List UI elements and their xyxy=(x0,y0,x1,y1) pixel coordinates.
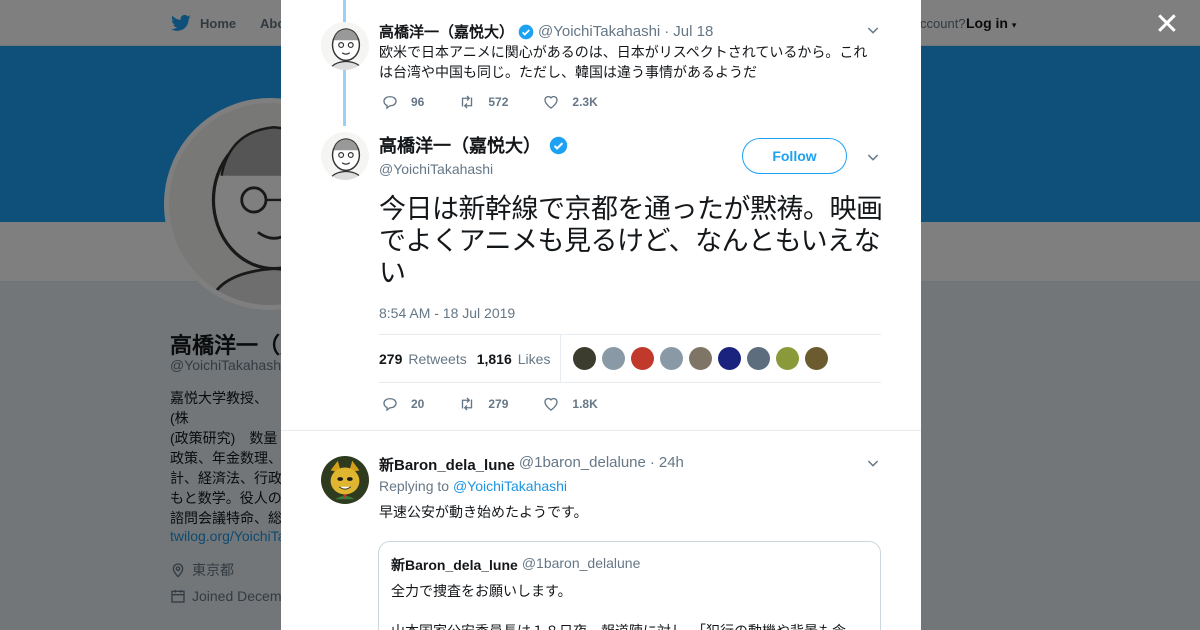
main-tweet-avatar[interactable] xyxy=(321,132,369,180)
retweet-button[interactable]: 572 xyxy=(458,93,508,111)
liker-avatar[interactable] xyxy=(776,347,800,370)
reply-handle[interactable]: @1baron_delalune xyxy=(519,454,646,475)
main-tweet-handle[interactable]: @YoichiTakahashi xyxy=(379,161,493,177)
stats-divider xyxy=(560,334,562,383)
reply-divider xyxy=(281,430,921,431)
retweets-stat-count: 279 xyxy=(379,350,403,367)
tweet1-name[interactable]: 高橋洋一（嘉悦大） xyxy=(379,21,514,42)
quoted-text: 全力で捜査をお願いします。 山本国家公安委員長は１８日夜、報道陣に対し、「犯行の… xyxy=(391,583,846,630)
tweet1-header: 高橋洋一（嘉悦大） @YoichiTakahashi · Jul 18 xyxy=(379,21,713,42)
liker-avatar[interactable] xyxy=(573,347,597,370)
main-tweet-timestamp[interactable]: 8:54 AM - 18 Jul 2019 xyxy=(379,305,515,321)
retweet-button[interactable]: 279 xyxy=(458,395,508,413)
quoted-name: 新Baron_dela_lune xyxy=(391,557,518,573)
liker-avatar[interactable] xyxy=(747,347,771,370)
verified-badge-icon xyxy=(518,24,534,39)
tweet-stats: 279 Retweets 1,816 Likes xyxy=(379,334,881,383)
liker-avatar[interactable] xyxy=(631,347,655,370)
replying-to: Replying to @YoichiTakahashi xyxy=(379,478,567,494)
quoted-handle: @1baron_delalune xyxy=(521,555,641,571)
reply-count: 96 xyxy=(411,95,425,109)
reply-button[interactable]: 96 xyxy=(381,93,424,111)
separator-dot: · xyxy=(664,23,670,40)
tweet1-handle[interactable]: @YoichiTakahashi xyxy=(538,23,660,40)
heart-icon xyxy=(544,397,559,411)
like-button[interactable]: 2.3K xyxy=(542,93,598,111)
retweet-count: 572 xyxy=(488,95,509,109)
retweet-icon xyxy=(462,95,473,109)
quoted-tweet[interactable]: 新Baron_dela_lune @1baron_delalune 全力で捜査を… xyxy=(378,541,881,630)
retweets-stat[interactable]: 279 Retweets xyxy=(379,351,467,367)
tweet1-text: 欧米で日本アニメに関心があるのは、日本がリスペクトされているから。これは台湾や中… xyxy=(379,44,868,80)
liker-avatar[interactable] xyxy=(805,347,829,370)
quoted-tweet-header: 新Baron_dela_lune @1baron_delalune xyxy=(391,555,868,575)
liker-avatars xyxy=(573,347,829,370)
reply-icon xyxy=(383,398,397,412)
follow-button[interactable]: Follow xyxy=(742,138,847,174)
close-icon[interactable]: ✕ xyxy=(1152,10,1182,40)
reply-text: 早速公安が動き始めたようです。 xyxy=(379,504,588,520)
retweets-stat-label: Retweets xyxy=(408,350,467,367)
liker-avatar[interactable] xyxy=(689,347,713,370)
main-tweet-text: 今日は新幹線で京都を通ったが黙祷。映画でよくアニメも見るけど、なんともいえない xyxy=(379,194,883,289)
main-tweet-author: 高橋洋一（嘉悦大） xyxy=(379,132,568,158)
chevron-down-icon[interactable] xyxy=(865,455,881,471)
heart-icon xyxy=(544,95,559,109)
tweet1-date[interactable]: Jul 18 xyxy=(673,23,713,40)
like-button[interactable]: 1.8K xyxy=(542,395,598,413)
retweet-count: 279 xyxy=(488,397,509,411)
reply-icon xyxy=(383,96,397,110)
replying-prefix: Replying to xyxy=(379,478,450,494)
main-tweet-name[interactable]: 高橋洋一（嘉悦大） xyxy=(379,132,541,158)
reply-name[interactable]: 新Baron_dela_lune xyxy=(379,454,515,475)
chevron-down-icon[interactable] xyxy=(865,22,881,38)
reply-button[interactable]: 20 xyxy=(381,395,424,413)
like-count: 2.3K xyxy=(572,95,598,109)
likes-stat-label: Likes xyxy=(517,350,551,367)
liker-avatar[interactable] xyxy=(660,347,684,370)
retweet-icon xyxy=(462,397,473,411)
like-count: 1.8K xyxy=(572,397,598,411)
main-tweet-actions: 20 279 1.8K xyxy=(381,395,632,413)
tweet1-avatar[interactable] xyxy=(321,22,369,70)
replying-to-link[interactable]: @YoichiTakahashi xyxy=(453,478,567,494)
reply-avatar[interactable] xyxy=(321,456,369,504)
likes-stat[interactable]: 1,816 Likes xyxy=(477,351,551,367)
tweet-modal: 高橋洋一（嘉悦大） @YoichiTakahashi · Jul 18 欧米で日… xyxy=(281,0,921,630)
separator-dot: · xyxy=(649,454,655,471)
fox-character-avatar xyxy=(321,456,369,504)
caricature-avatar xyxy=(321,132,369,180)
reply-header: 新Baron_dela_lune @1baron_delalune · 24h xyxy=(379,454,684,475)
reply-time[interactable]: 24h xyxy=(659,454,684,475)
likes-stat-count: 1,816 xyxy=(476,350,512,367)
caricature-avatar xyxy=(321,22,369,70)
chevron-down-icon[interactable] xyxy=(865,149,881,165)
verified-badge-icon xyxy=(549,136,568,154)
liker-avatar[interactable] xyxy=(602,347,626,370)
tweet1-actions: 96 572 2.3K xyxy=(381,93,632,111)
reply-count: 20 xyxy=(411,397,425,411)
liker-avatar[interactable] xyxy=(718,347,742,370)
